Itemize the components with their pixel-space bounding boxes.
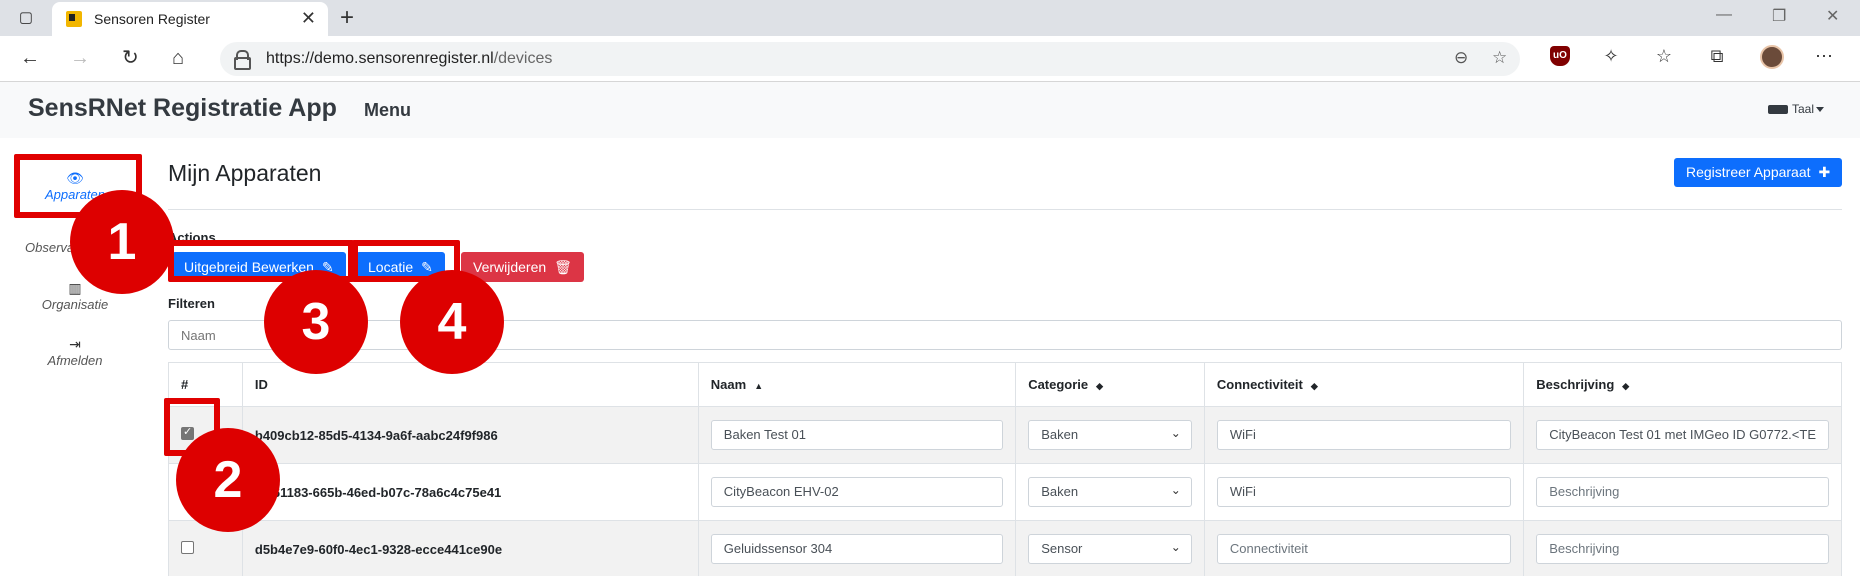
sidebar-item-afmelden[interactable]: ⇥ Afmelden — [0, 336, 150, 368]
trash-icon: 🗑 — [554, 259, 572, 275]
connectivity-cell: Connectiviteit — [1203, 520, 1525, 576]
sort-icon: ◆ — [1310, 381, 1318, 391]
language-label: Taal — [1792, 102, 1815, 116]
category-select[interactable]: Baken ⌄ — [1028, 420, 1192, 450]
step-marker-4: 4 — [400, 270, 504, 374]
minimize-icon[interactable]: — — [1716, 6, 1732, 24]
close-window-icon[interactable]: ✕ — [1826, 6, 1839, 26]
connectivity-input[interactable]: WiFi — [1216, 420, 1512, 450]
connectivity-cell: WiFi — [1203, 463, 1525, 521]
tab-actions-icon[interactable]: ▢ — [16, 8, 36, 28]
column-header-name[interactable]: Naam ▲ — [697, 362, 1017, 407]
caret-down-icon — [1816, 107, 1825, 113]
table-row: d5b4e7e9-60f0-4ec1-9328-ecce441ce90e Gel… — [168, 520, 1842, 576]
table-row: 61183-665b-46ed-b07c-78a6c4c75e41 CityBe… — [168, 463, 1842, 521]
device-name-input[interactable]: Baken Test 01 — [710, 420, 1004, 450]
connectivity-input[interactable]: Connectiviteit — [1216, 534, 1512, 564]
step-marker-2: 2 — [176, 428, 280, 532]
home-icon[interactable]: ⌂ — [172, 46, 184, 70]
column-header-label: Connectiviteit — [1216, 377, 1303, 392]
sign-out-icon: ⇥ — [69, 336, 81, 352]
description-cell: Beschrijving — [1523, 520, 1842, 576]
collections-icon[interactable]: ⧉ — [1707, 46, 1727, 66]
favorites-icon[interactable]: ☆ — [1654, 46, 1674, 66]
tab-title: Sensoren Register — [94, 11, 210, 27]
extensions-icon[interactable]: ✧ — [1601, 46, 1621, 66]
sidebar-item-label: Organisatie — [41, 297, 109, 312]
app-header: SensRNet Registratie App Menu Taal — [0, 82, 1860, 138]
lock-icon — [234, 50, 251, 70]
name-cell: CityBeacon EHV-02 — [697, 463, 1017, 521]
url-text: https://demo.sensorenregister.nl/devices — [266, 50, 553, 67]
connectivity-cell: WiFi — [1203, 406, 1525, 464]
address-bar[interactable]: https://demo.sensorenregister.nl/devices… — [220, 42, 1520, 76]
description-cell: CityBeacon Test 01 met IMGeo ID G0772.<T… — [1523, 406, 1842, 464]
restore-icon[interactable]: ❐ — [1772, 6, 1786, 26]
table-row: b409cb12-85d5-4134-9a6f-aabc24f9f986 Bak… — [168, 406, 1842, 464]
description-input[interactable]: Beschrijving — [1536, 534, 1829, 564]
browser-toolbar: ← → ↻ ⌂ https://demo.sensorenregister.nl… — [0, 36, 1860, 82]
category-value: Sensor — [1041, 541, 1083, 556]
column-header-connectivity[interactable]: Connectiviteit ◆ — [1203, 362, 1525, 407]
name-cell: Baken Test 01 — [697, 406, 1017, 464]
browser-tab-bar: ▢ Sensoren Register ✕ + — ❐ ✕ — [0, 0, 1860, 36]
category-select[interactable]: Baken ⌄ — [1028, 477, 1192, 507]
register-device-button[interactable]: Registreer Apparaat ✚ — [1674, 158, 1843, 187]
zoom-out-icon[interactable]: ⊖ — [1454, 48, 1468, 68]
close-tab-icon[interactable]: ✕ — [301, 8, 316, 29]
profile-avatar[interactable] — [1760, 45, 1784, 69]
device-name-input[interactable]: Geluidssensor 304 — [710, 534, 1004, 564]
add-favorite-icon[interactable]: ☆ — [1492, 48, 1507, 68]
app-brand[interactable]: SensRNet Registratie App — [28, 94, 337, 123]
name-cell: Geluidssensor 304 — [697, 520, 1017, 576]
device-id: b409cb12-85d5-4134-9a6f-aabc24f9f986 — [241, 406, 699, 464]
sidebar-item-label: Afmelden — [47, 353, 103, 368]
forward-icon[interactable]: → — [70, 46, 90, 70]
register-device-label: Registreer Apparaat — [1686, 164, 1811, 180]
delete-label: Verwijderen — [473, 259, 547, 275]
description-cell: Beschrijving — [1523, 463, 1842, 521]
menu-link[interactable]: Menu — [364, 100, 411, 121]
browser-tab[interactable]: Sensoren Register ✕ — [52, 2, 328, 36]
device-id: 61183-665b-46ed-b07c-78a6c4c75e41 — [241, 463, 699, 521]
row-checkbox[interactable] — [181, 541, 194, 554]
divider — [168, 209, 1842, 210]
category-select[interactable]: Sensor ⌄ — [1028, 534, 1192, 564]
chevron-down-icon: ⌄ — [1170, 483, 1181, 497]
step-marker-3: 3 — [264, 270, 368, 374]
description-input[interactable]: CityBeacon Test 01 met IMGeo ID G0772.<T… — [1536, 420, 1829, 450]
sort-icon: ◆ — [1096, 381, 1104, 391]
column-header-label: Categorie — [1028, 377, 1089, 392]
column-header-label: Beschrijving — [1536, 377, 1615, 392]
refresh-icon[interactable]: ↻ — [122, 46, 139, 70]
column-header-category[interactable]: Categorie ◆ — [1015, 362, 1205, 407]
connectivity-input[interactable]: WiFi — [1216, 477, 1512, 507]
chevron-down-icon: ⌄ — [1170, 426, 1181, 440]
device-id: d5b4e7e9-60f0-4ec1-9328-ecce441ce90e — [241, 520, 699, 576]
language-icon — [1768, 105, 1788, 115]
more-options-icon[interactable]: ⋯ — [1814, 46, 1834, 66]
sort-asc-icon: ▲ — [754, 381, 764, 391]
category-cell: Sensor ⌄ — [1015, 520, 1205, 576]
page-title: Mijn Apparaten — [168, 160, 322, 186]
description-input[interactable]: Beschrijving — [1536, 477, 1829, 507]
devices-table: # ID Naam ▲ Categorie ◆ Connectiviteit ◆ Be… — [168, 362, 1842, 576]
category-value: Baken — [1041, 484, 1079, 499]
device-name-input[interactable]: CityBeacon EHV-02 — [710, 477, 1004, 507]
plus-icon: ✚ — [1818, 164, 1831, 180]
language-dropdown[interactable]: Taal — [1768, 102, 1825, 116]
ublock-extension-icon[interactable]: uO — [1550, 46, 1570, 66]
new-tab-icon[interactable]: + — [340, 4, 354, 32]
back-icon[interactable]: ← — [20, 46, 40, 70]
filter-label: Filteren — [168, 296, 215, 311]
step-marker-1: 1 — [70, 190, 174, 294]
column-header-description[interactable]: Beschrijving ◆ — [1523, 362, 1842, 407]
chevron-down-icon: ⌄ — [1170, 540, 1181, 554]
sort-icon: ◆ — [1622, 381, 1630, 391]
category-cell: Baken ⌄ — [1015, 463, 1205, 521]
column-header-label: Naam — [710, 377, 747, 392]
category-cell: Baken ⌄ — [1015, 406, 1205, 464]
site-favicon-icon — [66, 11, 82, 27]
category-value: Baken — [1041, 427, 1079, 442]
